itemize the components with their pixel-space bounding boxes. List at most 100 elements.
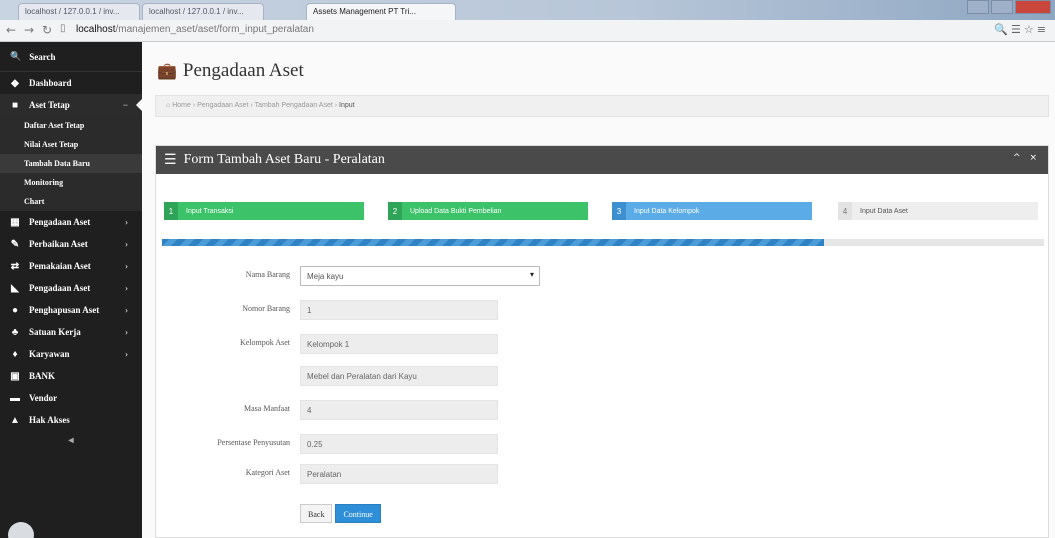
sidebar-item-label: Satuan Kerja [29, 327, 81, 337]
sidebar-item[interactable]: ▬ Vendor [0, 387, 142, 409]
chevron-right-icon: › [125, 217, 128, 227]
panel-tools[interactable]: ^ × [1013, 153, 1040, 163]
caret-down-icon: ▾ [529, 270, 534, 279]
form-field[interactable]: 4 [300, 400, 498, 420]
field-label: Nama Barang [245, 270, 290, 279]
breadcrumb: ⌂ Home › Pengadaan Aset › Tambah Pengada… [155, 95, 1049, 117]
browser-tab-active[interactable]: Assets Management PT Tri... [306, 3, 456, 20]
sidebar-item-dashboard[interactable]: ◆ Dashboard [0, 72, 142, 94]
user-icon: ♦ [12, 348, 18, 360]
breadcrumb-trail[interactable]: › Pengadaan Aset › Tambah Pengadaan Aset… [191, 102, 339, 109]
wizard-step-4[interactable]: 4 Input Data Aset [838, 202, 1038, 220]
form-row: Nomor Barang 1 [156, 300, 1050, 320]
browser-tab[interactable]: localhost / 127.0.0.1 / inv... [18, 3, 140, 20]
sidebar-item[interactable]: ⇄ Pemakaian Aset › [0, 255, 142, 277]
wizard-step-2[interactable]: 2 Upload Data Bukti Pembelian [388, 202, 588, 220]
sidebar-item[interactable]: ✎ Perbaikan Aset › [0, 233, 142, 255]
submenu-item[interactable]: Nilai Aset Tetap [0, 135, 142, 154]
sidebar-item-label: Perbaikan Aset [29, 239, 88, 249]
back-button[interactable]: Back [300, 504, 333, 523]
reload-icon[interactable]: ↻ [42, 23, 52, 37]
wizard-step-3[interactable]: 3 Input Data Kelompok [612, 202, 812, 220]
sidebar-item-label: Hak Akses [29, 415, 70, 425]
sidebar-item-label: BANK [29, 371, 56, 381]
chevron-right-icon: › [125, 283, 128, 293]
browser-tab[interactable]: localhost / 127.0.0.1 / inv... [142, 3, 264, 20]
avatar[interactable] [8, 522, 34, 538]
field-label: Masa Manfaat [244, 404, 290, 413]
chevron-right-icon: › [125, 327, 128, 337]
sidebar-item-label: Vendor [29, 393, 58, 403]
back-arrow-icon[interactable]: ← [6, 23, 16, 37]
field-label: Persentase Penyusutan [217, 438, 290, 447]
sidebar-item-label: Pemakaian Aset [29, 261, 91, 271]
wizard-step-1[interactable]: 1 Input Transaksi [164, 202, 364, 220]
sidebar-item[interactable]: ◣ Pengadaan Aset › [0, 277, 142, 299]
close-window-button[interactable] [1015, 0, 1051, 14]
browser-toolbar-icons[interactable]: 🔍☰☆≡ [994, 23, 1049, 36]
maximize-button[interactable] [991, 0, 1013, 14]
main-content: 💼 Pengadaan Aset ⌂ Home › Pengadaan Aset… [142, 42, 1055, 538]
sidebar-item[interactable]: ▲ Hak Akses [0, 409, 142, 431]
chevron-right-icon: › [125, 239, 128, 249]
form-field[interactable]: Peralatan [300, 464, 498, 484]
field-label: Nomor Barang [242, 304, 290, 313]
group-icon: ♣ [11, 326, 19, 338]
page-icon: ▯ [60, 23, 66, 34]
form-panel: ☰ Form Tambah Aset Baru - Peralatan ^ × … [155, 145, 1049, 538]
table-icon: ▦ [10, 216, 20, 228]
form-field[interactable]: Mebel dan Peralatan dari Kayu [300, 366, 498, 386]
continue-button[interactable]: Continue [335, 504, 381, 523]
wizard-progress-bar [162, 239, 1044, 246]
sidebar-item[interactable]: ♣ Satuan Kerja › [0, 321, 142, 343]
forward-arrow-icon[interactable]: → [24, 23, 34, 37]
panel-title: Form Tambah Aset Baru - Peralatan [183, 152, 385, 167]
nama-barang-select[interactable]: Meja kayu ▾ [300, 266, 540, 286]
submenu-item[interactable]: Chart [0, 192, 142, 211]
truck-icon: ▬ [10, 392, 20, 404]
person-icon: ▲ [10, 414, 20, 426]
form-row: Kategori Aset Peralatan [156, 464, 1050, 484]
sidebar-item[interactable]: ♦ Karyawan › [0, 343, 142, 365]
briefcase-icon: 💼 [157, 63, 177, 80]
bank-icon: ▣ [10, 370, 20, 382]
tag-icon: ◣ [11, 282, 19, 294]
wrench-icon: ✎ [10, 238, 20, 250]
form-row: Masa Manfaat 4 [156, 400, 1050, 420]
url-field[interactable]: localhost/manajemen_aset/aset/form_input… [76, 24, 314, 35]
sidebar-item[interactable]: ● Penghapusan Aset › [0, 299, 142, 321]
sidebar-item-label: Karyawan [29, 349, 70, 359]
window-controls [967, 0, 1051, 14]
chevron-right-icon: › [125, 305, 128, 315]
submenu-item[interactable]: Daftar Aset Tetap [0, 116, 142, 135]
sidebar-item-aset-tetap[interactable]: ■ Aset Tetap − [0, 94, 142, 116]
form-field[interactable]: 0.25 [300, 434, 498, 454]
briefcase-icon: ■ [11, 99, 19, 111]
form-field[interactable]: Kelompok 1 [300, 334, 498, 354]
address-bar: ← → ↻ ▯ localhost/manajemen_aset/aset/fo… [0, 20, 1055, 42]
form-row: Kelompok Aset Kelompok 1 [156, 334, 1050, 354]
chevron-right-icon: › [125, 261, 128, 271]
form-row: Nama Barang Meja kayu ▾ [156, 266, 1050, 286]
sidebar-item[interactable]: ▦ Pengadaan Aset › [0, 211, 142, 233]
sidebar-item-label: Pengadaan Aset [29, 283, 91, 293]
panel-header: ☰ Form Tambah Aset Baru - Peralatan [156, 146, 1048, 174]
circle-icon: ● [11, 304, 19, 316]
breadcrumb-current: Input [339, 102, 355, 109]
sidebar-collapse-button[interactable]: ◂ [0, 431, 142, 449]
field-label: Kelompok Aset [240, 338, 290, 347]
sidebar-item-label: Dashboard [29, 78, 72, 88]
search-label: Search [29, 51, 56, 62]
sidebar-submenu: Daftar Aset Tetap Nilai Aset Tetap Tamba… [0, 116, 142, 211]
dashboard-icon: ◆ [11, 77, 19, 89]
field-label: Kategori Aset [245, 468, 290, 477]
sidebar-item-label: Penghapusan Aset [29, 305, 100, 315]
form-field[interactable]: 1 [300, 300, 498, 320]
browser-tabbar: localhost / 127.0.0.1 / inv... localhost… [0, 0, 1055, 20]
submenu-item[interactable]: Monitoring [0, 173, 142, 192]
minimize-button[interactable] [967, 0, 989, 14]
sidebar-item[interactable]: ▣ BANK [0, 365, 142, 387]
submenu-item-current[interactable]: Tambah Data Baru [0, 154, 142, 173]
breadcrumb-home[interactable]: Home [172, 102, 191, 109]
sidebar-search[interactable]: 🔍 Search [0, 42, 142, 72]
